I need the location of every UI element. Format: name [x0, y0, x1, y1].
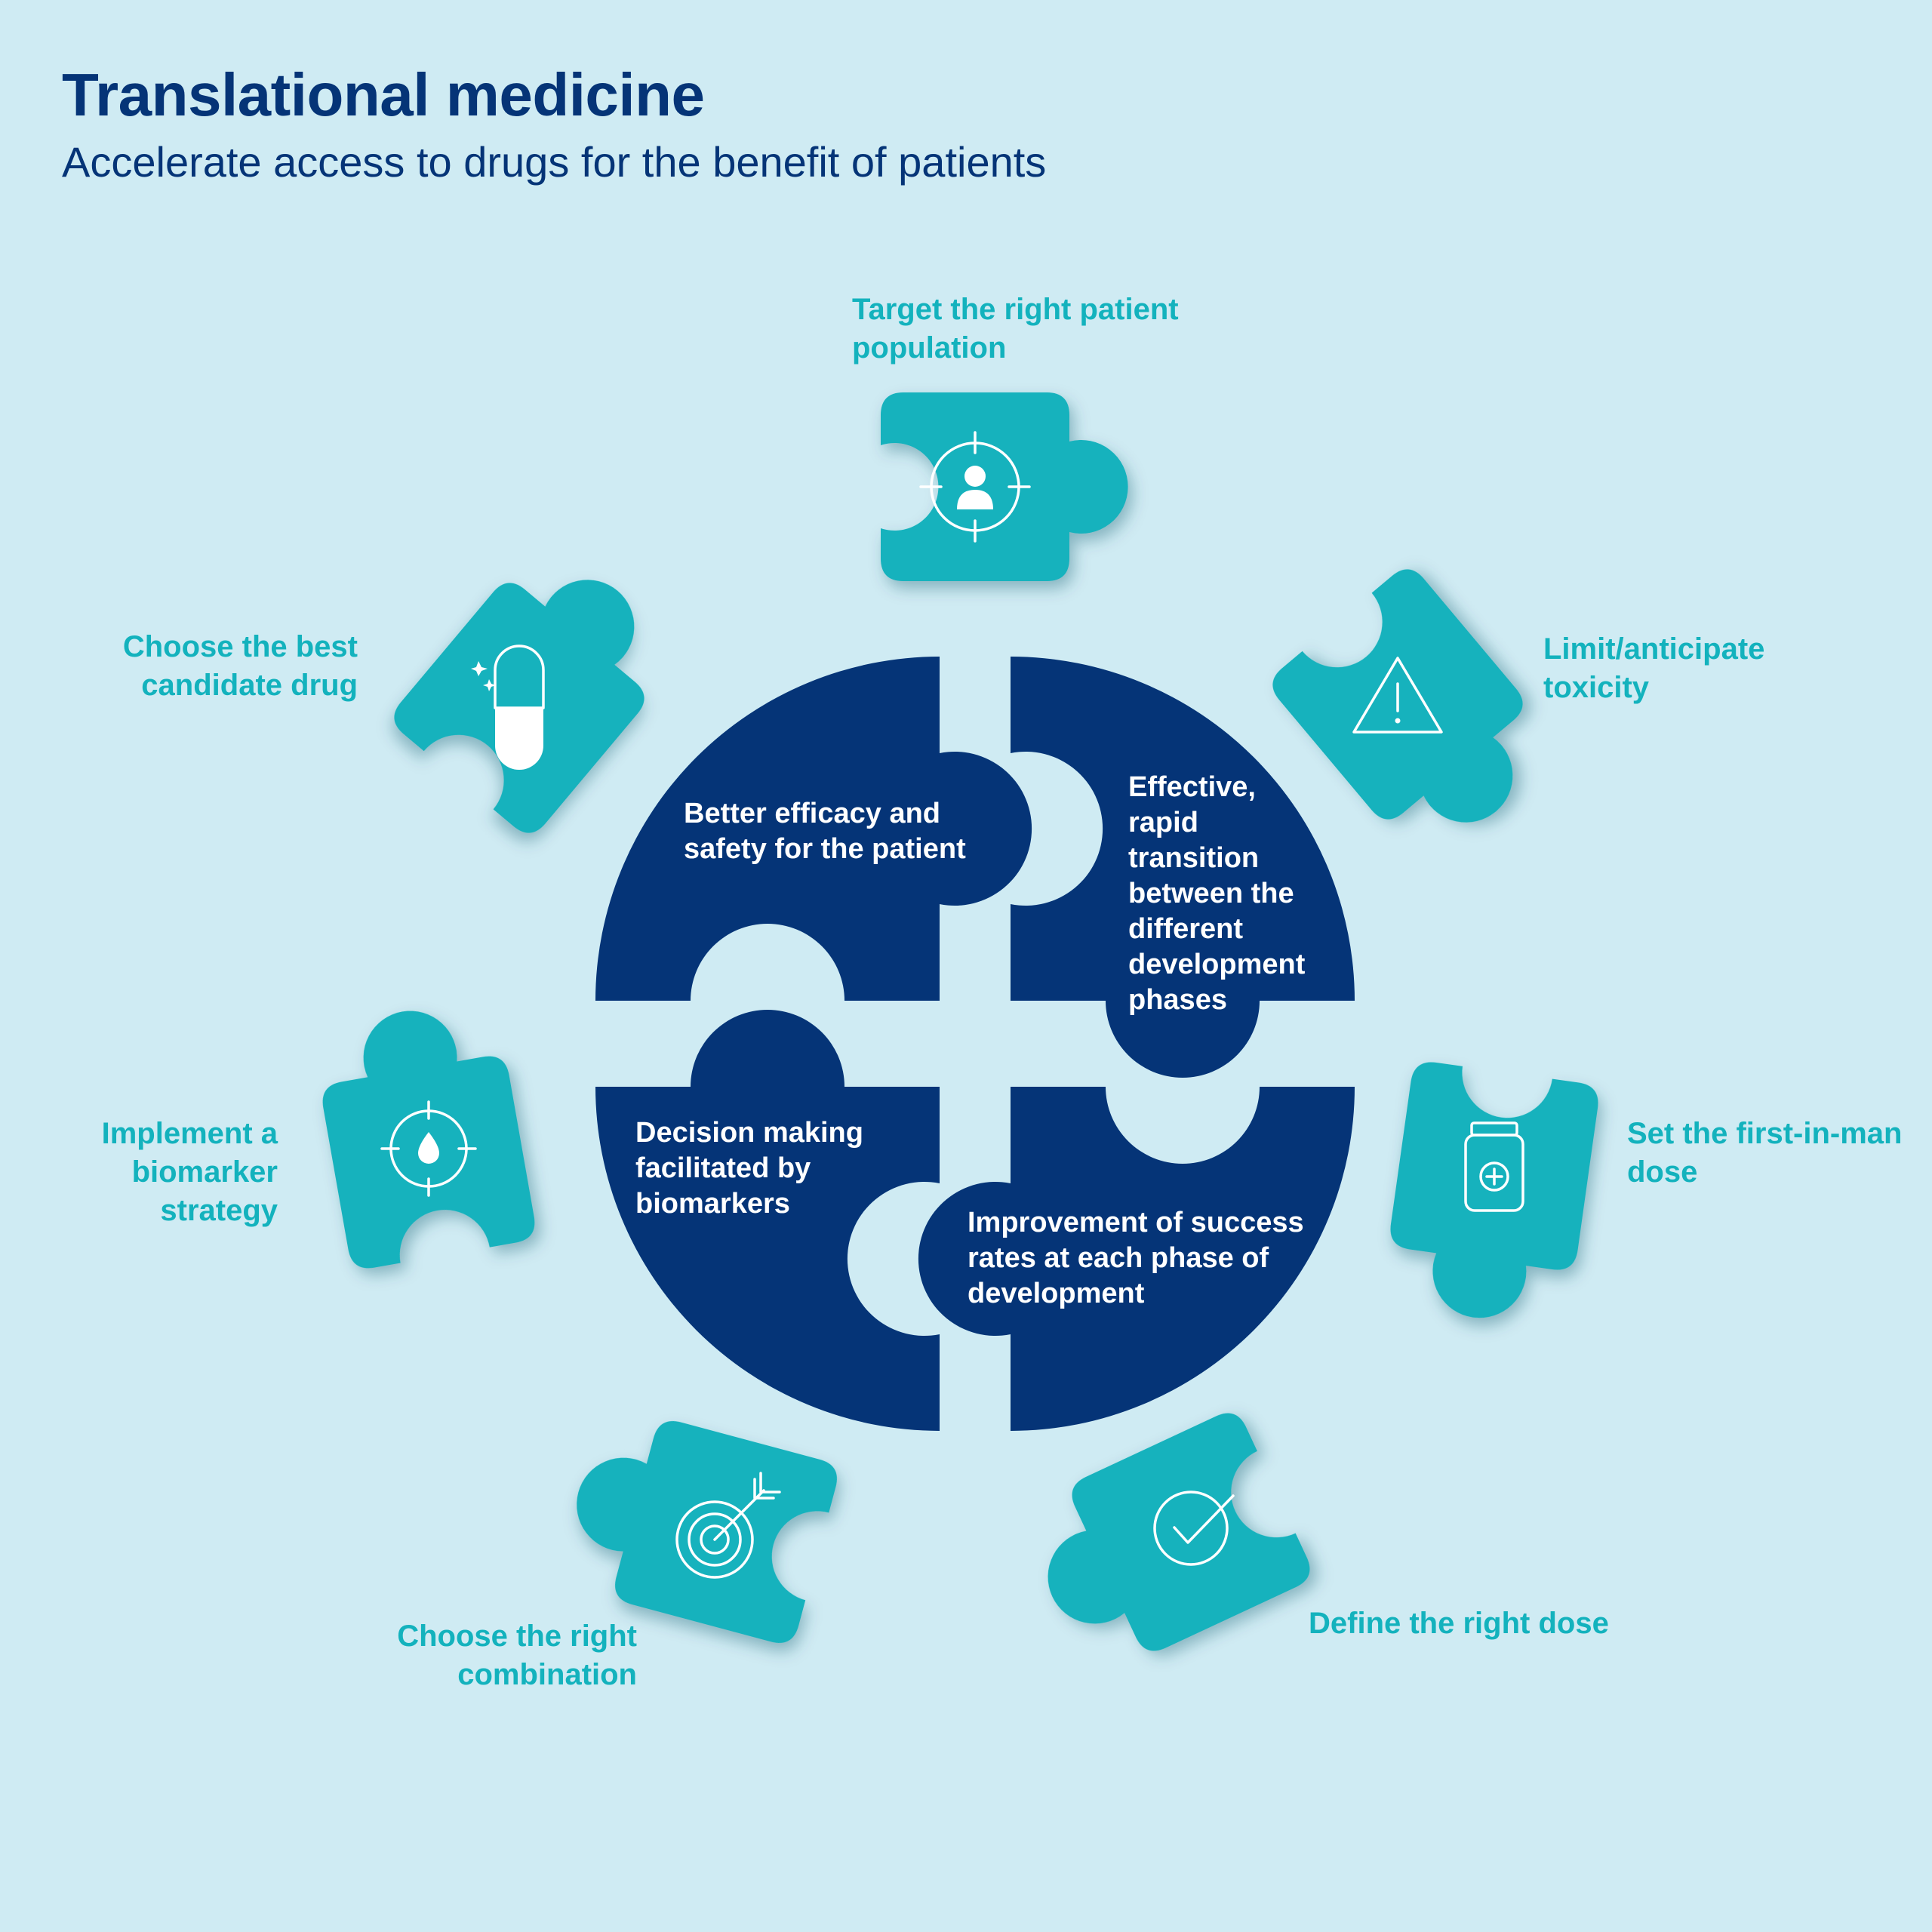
piece-first-in-man-dose — [1390, 1060, 1598, 1318]
caption-right-combination: Choose the right combination — [397, 1620, 637, 1691]
caption-biomarker-strategy: Implement a biomarker strategy — [101, 1117, 278, 1227]
piece-limit-toxicity — [1267, 569, 1523, 823]
center-text-bottom-right: Improvement of success rates at each pha… — [968, 1207, 1304, 1309]
puzzle-diagram — [322, 392, 1598, 1651]
caption-limit-toxicity: Limit/anticipate toxicity — [1543, 632, 1765, 704]
piece-right-combination — [577, 1417, 837, 1643]
piece-target-population — [881, 392, 1128, 581]
piece-right-dose — [1048, 1413, 1310, 1651]
caption-candidate-drug: Choose the best candidate drug — [122, 630, 358, 702]
caption-target-population: Target the right patient population — [852, 293, 1179, 365]
piece-biomarker-strategy — [322, 1011, 535, 1269]
center-text-bottom-left: Decision making facilitated by biomarker… — [635, 1117, 863, 1220]
center-text-top-right: Effective, rapid transition between the … — [1128, 771, 1306, 1016]
caption-first-in-man-dose: Set the first-in-man dose — [1627, 1117, 1903, 1189]
center-text-top-left: Better efficacy and safety for the patie… — [684, 798, 966, 865]
caption-right-dose: Define the right dose — [1309, 1607, 1609, 1640]
piece-candidate-drug — [394, 577, 645, 833]
outer-pieces — [322, 392, 1598, 1651]
